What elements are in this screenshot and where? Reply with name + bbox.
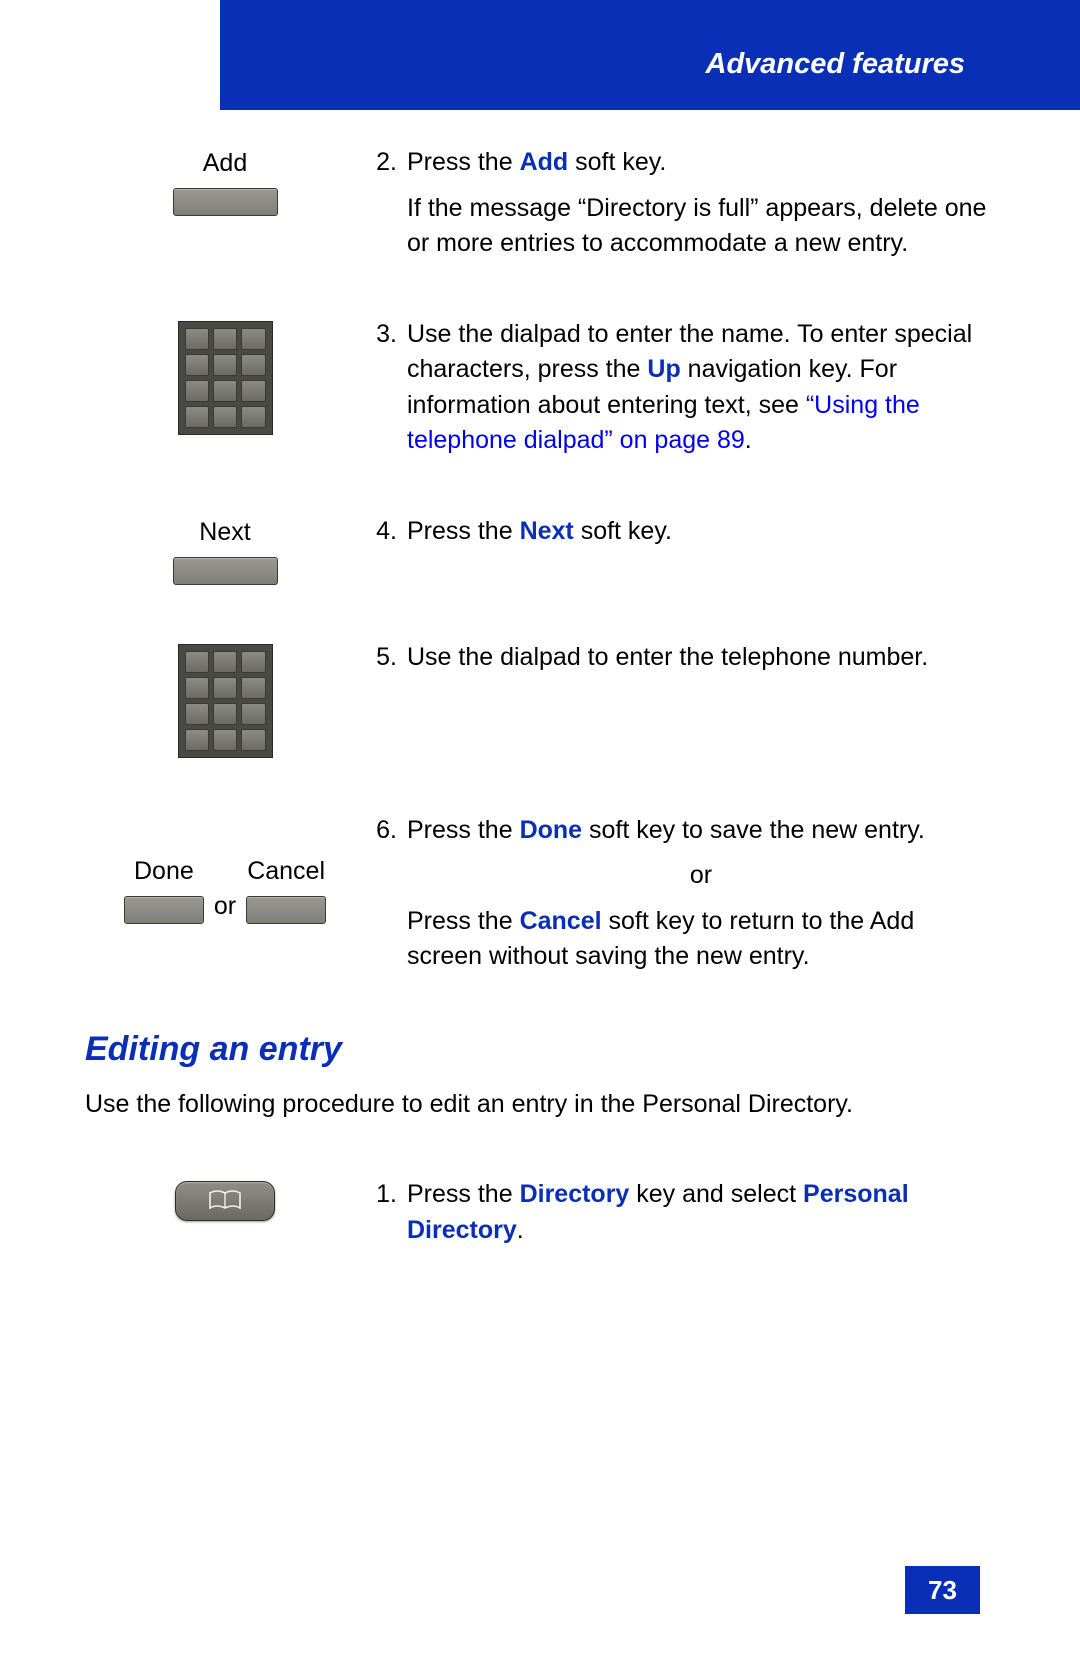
softkey-button-icon [246,896,326,924]
text-fragment: Press the [407,816,520,844]
step-4-illustration: Next [85,514,365,585]
section-intro: Use the following procedure to edit an e… [85,1087,995,1123]
step-6: Done or Cancel 6. Press the Done soft ke… [85,813,995,975]
softkey-name-add: Add [520,148,569,176]
step-text: Press the Add soft key. If the message “… [407,145,995,262]
step-text: Press the Next soft key. [407,514,995,550]
step-3-instructions: 3. Use the dialpad to enter the name. To… [365,317,995,459]
text-fragment: key and select [629,1180,803,1208]
directory-button-icon [175,1181,275,1221]
book-icon [208,1190,242,1212]
text-fragment: Press the [407,907,520,935]
edit-step-1: 1. Press the Directory key and select Pe… [85,1177,995,1248]
step-2-illustration: Add [85,145,365,216]
step-5-illustration [85,640,365,758]
step-number: 2. [365,145,407,262]
step-6-instructions: 6. Press the Done soft key to save the n… [365,813,995,975]
dialpad-icon [178,644,273,758]
or-separator: or [407,858,995,894]
text-fragment: Use the dialpad to enter the telephone n… [407,640,995,676]
step-number: 3. [365,317,407,459]
softkey-button-icon [173,188,278,216]
softkey-button-icon [124,896,204,924]
text-fragment: . [517,1216,524,1244]
softkey-label-done: Done [124,857,204,886]
or-label: or [214,892,236,924]
step-6-illustration: Done or Cancel [85,813,365,924]
step-text: Press the Directory key and select Perso… [407,1177,995,1248]
step-3-illustration [85,317,365,435]
text-fragment: soft key to save the new entry. [582,816,925,844]
step-2: Add 2. Press the Add soft key. If the me… [85,145,995,262]
step-number: 5. [365,640,407,676]
page-content: Add 2. Press the Add soft key. If the me… [85,145,995,1303]
step-text: Use the dialpad to enter the telephone n… [407,640,995,676]
softkey-button-icon [173,557,278,585]
key-name-directory: Directory [520,1180,630,1208]
text-fragment: Press the [407,517,520,545]
page-header-title: Advanced features [706,48,966,81]
softkey-label-cancel: Cancel [246,857,326,886]
step-5-instructions: 5. Use the dialpad to enter the telephon… [365,640,995,676]
text-fragment: soft key. [574,517,672,545]
text-fragment: Press the [407,1180,520,1208]
edit-step-1-instructions: 1. Press the Directory key and select Pe… [365,1177,995,1248]
header-band: Advanced features [220,0,1080,110]
softkey-name-done: Done [520,816,583,844]
step-extra-text: If the message “Directory is full” appea… [407,191,995,262]
text-fragment: . [745,426,752,454]
page-number: 73 [905,1566,980,1614]
softkey-label-add: Add [85,149,365,178]
softkey-label-next: Next [85,518,365,547]
step-4-instructions: 4. Press the Next soft key. [365,514,995,550]
step-number: 1. [365,1177,407,1248]
step-text: Press the Done soft key to save the new … [407,813,995,975]
step-number: 4. [365,514,407,550]
nav-key-up: Up [647,355,680,383]
step-4: Next 4. Press the Next soft key. [85,514,995,585]
step-5: 5. Use the dialpad to enter the telephon… [85,640,995,758]
softkey-name-cancel: Cancel [520,907,602,935]
step-number: 6. [365,813,407,975]
text-fragment: Press the [407,148,520,176]
step-2-instructions: 2. Press the Add soft key. If the messag… [365,145,995,262]
section-heading-editing-entry: Editing an entry [85,1030,995,1069]
step-text: Use the dialpad to enter the name. To en… [407,317,995,459]
step-3: 3. Use the dialpad to enter the name. To… [85,317,995,459]
text-fragment: soft key. [568,148,666,176]
softkey-name-next: Next [520,517,574,545]
edit-step-1-illustration [85,1177,365,1221]
dialpad-icon [178,321,273,435]
